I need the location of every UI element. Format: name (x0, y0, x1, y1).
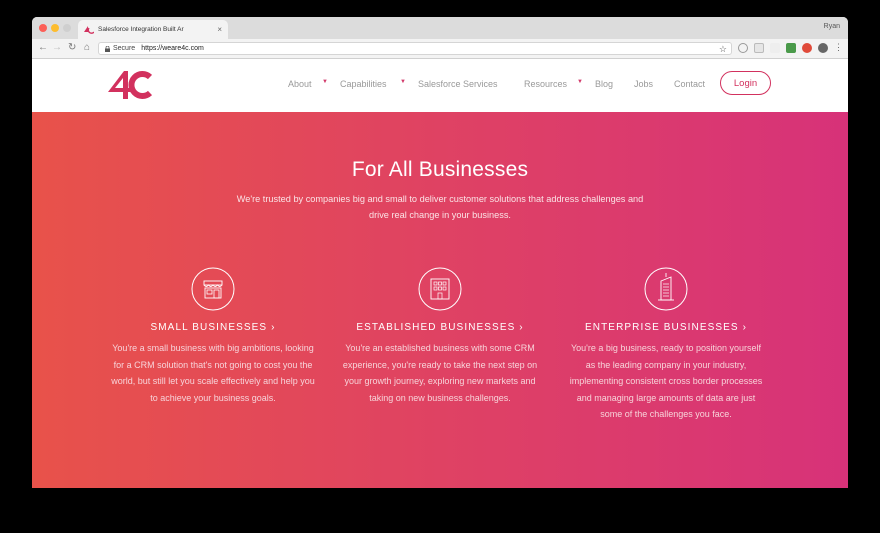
skyscraper-icon (644, 267, 688, 311)
browser-toolbar: ← → ↻ ⌂ Secure https://weare4c.com ☆ ⋮ (32, 39, 848, 59)
lock-icon (105, 45, 110, 52)
established-businesses-text: You're an established business with some… (342, 343, 538, 403)
tab-strip: Salesforce Integration Built Ar × Ryan (32, 17, 848, 39)
extension-red-icon[interactable] (802, 43, 812, 53)
tab-title: Salesforce Integration Built Ar (98, 26, 184, 33)
nav-about[interactable]: About (288, 79, 312, 89)
forward-icon[interactable]: → (52, 42, 62, 54)
profile-name[interactable]: Ryan (824, 23, 840, 30)
minimize-window-button[interactable] (51, 24, 59, 32)
close-window-button[interactable] (39, 24, 47, 32)
nav-contact[interactable]: Contact (674, 79, 705, 89)
small-businesses-heading[interactable]: SMALL BUSINESSES › (113, 322, 313, 333)
home-icon[interactable]: ⌂ (84, 42, 90, 54)
favicon-icon (84, 25, 94, 34)
nav-resources[interactable]: Resources (524, 79, 567, 89)
small-businesses-text: You're a small business with big ambitio… (111, 343, 315, 403)
extension-arrow-icon[interactable] (770, 43, 780, 53)
secure-label: Secure (113, 45, 136, 52)
about-chevron-down-icon[interactable]: ▼ (322, 79, 328, 85)
site-header: About ▼ Capabilities ▼ Salesforce Servic… (32, 59, 848, 113)
extension-dark-icon[interactable] (818, 43, 828, 53)
browser-window: Salesforce Integration Built Ar × Ryan ←… (32, 17, 848, 488)
hero-section: For All Businesses We're trusted by comp… (32, 112, 848, 488)
login-button[interactable]: Login (720, 71, 771, 95)
hero-title: For All Businesses (351, 158, 529, 181)
maximize-window-button[interactable] (63, 24, 71, 32)
resources-chevron-down-icon[interactable]: ▼ (577, 79, 583, 85)
hero-subtitle: We're trusted by companies big and small… (236, 194, 644, 220)
enterprise-businesses-heading[interactable]: ENTERPRISE BUSINESSES › (564, 322, 768, 333)
browser-tab[interactable]: Salesforce Integration Built Ar × (78, 20, 228, 39)
extension-circle-icon[interactable] (738, 43, 748, 53)
reload-icon[interactable]: ↻ (68, 42, 76, 54)
established-businesses-heading[interactable]: ESTABLISHED BUSINESSES › (330, 322, 550, 333)
tab-close-icon[interactable]: × (217, 25, 222, 34)
bookmark-star-icon[interactable]: ☆ (719, 44, 727, 55)
extension-icon[interactable] (754, 43, 764, 53)
shop-icon (191, 267, 235, 311)
capabilities-chevron-down-icon[interactable]: ▼ (400, 79, 406, 85)
nav-jobs[interactable]: Jobs (634, 79, 653, 89)
extension-green-icon[interactable] (786, 43, 796, 53)
office-building-icon (418, 267, 462, 311)
nav-blog[interactable]: Blog (595, 79, 613, 89)
nav-capabilities[interactable]: Capabilities (340, 79, 387, 89)
menu-dots-icon[interactable]: ⋮ (834, 43, 843, 53)
nav-salesforce-services[interactable]: Salesforce Services (418, 79, 498, 89)
back-icon[interactable]: ← (38, 42, 48, 54)
4c-logo[interactable] (106, 68, 156, 100)
url-text[interactable]: https://weare4c.com (141, 45, 204, 52)
enterprise-businesses-text: You're a big business, ready to position… (569, 343, 763, 419)
address-bar[interactable]: Secure https://weare4c.com ☆ (98, 42, 732, 55)
